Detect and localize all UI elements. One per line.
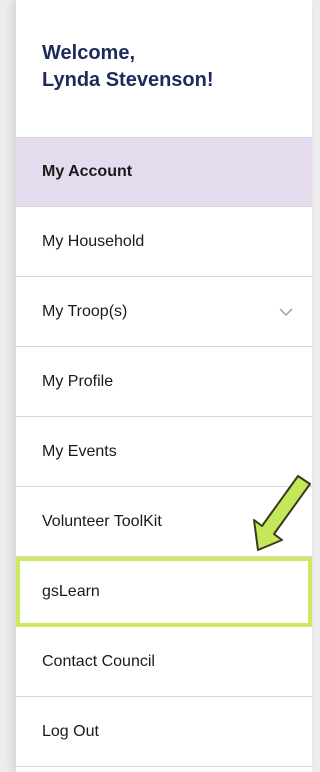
menu-item-my-troops[interactable]: My Troop(s) [16, 277, 312, 347]
menu-item-my-household[interactable]: My Household [16, 207, 312, 277]
pointer-arrow-icon [253, 475, 311, 551]
menu-item-my-profile[interactable]: My Profile [16, 347, 312, 417]
menu-item-contact-council[interactable]: Contact Council [16, 627, 312, 697]
menu-item-my-account[interactable]: My Account [16, 137, 312, 207]
menu-item-label: Log Out [42, 722, 99, 740]
user-name: Lynda Stevenson! [42, 69, 214, 91]
menu-item-label: My Account [42, 163, 133, 180]
menu-item-label: Volunteer ToolKit [42, 512, 162, 530]
menu-item-label: My Profile [42, 372, 114, 390]
welcome-line: Welcome, [42, 42, 135, 64]
account-sidebar: Welcome, Lynda Stevenson! My Account My … [16, 0, 312, 772]
menu-item-gslearn[interactable]: gsLearn [16, 557, 312, 627]
chevron-down-icon[interactable] [278, 304, 294, 320]
menu-item-label: Contact Council [42, 652, 155, 670]
menu-item-label: My Events [42, 442, 117, 460]
menu-item-label: My Troop(s) [42, 302, 128, 320]
menu-item-label: gsLearn [42, 583, 100, 600]
menu-item-log-out[interactable]: Log Out [16, 697, 312, 767]
welcome-heading: Welcome, Lynda Stevenson! [42, 40, 302, 94]
account-menu: My Account My Household My Troop(s) My P… [16, 137, 312, 767]
menu-item-label: My Household [42, 232, 145, 250]
